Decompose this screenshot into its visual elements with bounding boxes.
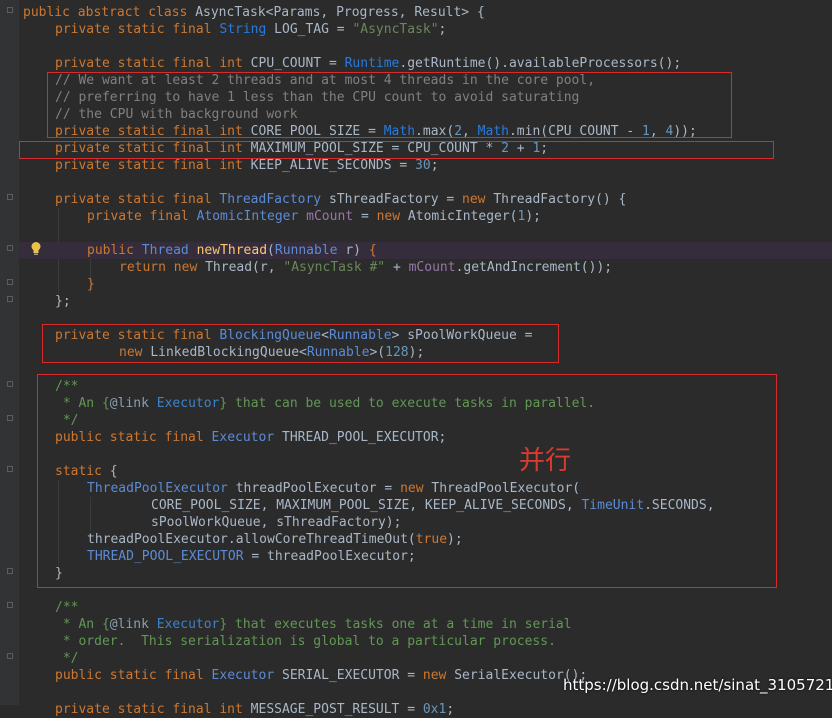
fold-marker-icon[interactable]	[7, 279, 13, 285]
code-token: 0x1	[422, 702, 447, 717]
code-token: ;	[446, 702, 455, 717]
editor-gutter	[0, 0, 19, 705]
fold-marker-icon[interactable]	[7, 194, 13, 200]
highlight-box-work-queue	[42, 324, 559, 363]
code-token: (	[267, 243, 275, 258]
code-token: Runnable	[274, 243, 346, 258]
parallel-annotation: 并行	[519, 446, 572, 476]
highlight-box-core-pool	[47, 72, 732, 138]
code-token: sThreadFactory =	[328, 192, 463, 207]
code-token: SERIAL_EXECUTOR =	[282, 668, 423, 683]
fold-marker-icon[interactable]	[7, 381, 13, 387]
lightbulb-icon[interactable]	[30, 241, 42, 256]
code-token: CPU_COUNT =	[250, 56, 345, 71]
code-token: String	[219, 22, 275, 37]
code-line[interactable]: return new Thread(r, "AsyncTask #" + mCo…	[23, 259, 832, 276]
fold-marker-icon[interactable]	[7, 7, 13, 13]
code-token: mCount	[408, 260, 456, 275]
code-token: Thread(r,	[205, 260, 284, 275]
code-token: return new	[119, 260, 206, 275]
code-line[interactable]: public Thread newThread(Runnable r) {	[19, 242, 832, 259]
code-token: "AsyncTask"	[352, 22, 439, 37]
code-line[interactable]: private static final int KEEP_ALIVE_SECO…	[23, 157, 832, 174]
code-line[interactable]: private static final ThreadFactory sThre…	[23, 191, 832, 208]
code-token: Executor	[211, 668, 282, 683]
fold-marker-icon[interactable]	[7, 653, 13, 659]
code-token: );	[525, 209, 541, 224]
code-token: LOG_TAG =	[274, 22, 353, 37]
code-token: } that executes tasks one at a time in s…	[219, 617, 572, 632]
code-token: @link	[109, 617, 157, 632]
code-token: 30	[415, 158, 431, 173]
code-token: }	[87, 277, 95, 292]
code-token: ThreadFactory	[219, 192, 329, 207]
code-token: };	[55, 294, 71, 309]
code-token: mCount	[306, 209, 361, 224]
code-token: private static final	[55, 22, 220, 37]
fold-marker-icon[interactable]	[7, 245, 13, 251]
code-token: +	[392, 260, 409, 275]
highlight-box-executor	[37, 374, 777, 588]
code-token: new	[376, 209, 408, 224]
code-token: {	[368, 243, 377, 258]
code-token: public abstract class	[23, 5, 196, 20]
code-line[interactable]: };	[23, 293, 832, 310]
highlight-box-max-pool	[19, 141, 774, 159]
code-token: .getRuntime().availableProcessors();	[399, 56, 682, 71]
code-token: private static final int	[55, 702, 251, 717]
code-token: private static final	[55, 192, 220, 207]
code-token: AsyncTask<Params, Progress, Result> {	[195, 5, 485, 20]
fold-marker-icon[interactable]	[7, 568, 13, 574]
code-line[interactable]: }	[23, 276, 832, 293]
code-token: public	[87, 243, 142, 258]
code-token: Executor	[156, 617, 220, 632]
code-token: =	[360, 209, 377, 224]
code-token: private final	[87, 209, 197, 224]
code-token: new	[422, 668, 455, 683]
code-token: * order. This serialization is global to…	[55, 634, 556, 649]
fold-marker-icon[interactable]	[7, 296, 13, 302]
code-line[interactable]: private static final int CPU_COUNT = Run…	[23, 55, 832, 72]
watermark: https://blog.csdn.net/sinat_31057219	[563, 676, 832, 694]
code-token: ;	[438, 22, 447, 37]
fold-marker-icon[interactable]	[7, 602, 13, 608]
code-token: "AsyncTask #"	[283, 260, 393, 275]
code-token: * An {	[55, 617, 110, 632]
code-token: */	[55, 651, 79, 666]
code-line[interactable]: */	[23, 650, 832, 667]
code-token: newThread	[196, 243, 268, 258]
code-token: r)	[345, 243, 369, 258]
code-token: ThreadFactory() {	[493, 192, 627, 207]
fold-marker-icon[interactable]	[7, 415, 13, 421]
code-token: private static final int	[55, 56, 251, 71]
code-line[interactable]: * An {@link Executor} that executes task…	[23, 616, 832, 633]
code-line[interactable]: /**	[23, 599, 832, 616]
code-token: new	[462, 192, 494, 207]
code-token: AtomicInteger	[196, 209, 307, 224]
code-token: AtomicInteger(	[407, 209, 518, 224]
code-line[interactable]: * order. This serialization is global to…	[23, 633, 832, 650]
code-token: MESSAGE_POST_RESULT =	[250, 702, 423, 717]
code-token: ;	[430, 158, 439, 173]
code-line[interactable]: private final AtomicInteger mCount = new…	[23, 208, 832, 225]
code-token: Thread	[141, 243, 197, 258]
code-token: public static final	[55, 668, 212, 683]
code-line[interactable]: private static final String LOG_TAG = "A…	[23, 21, 832, 38]
code-line[interactable]: private static final int MESSAGE_POST_RE…	[23, 701, 832, 718]
code-line[interactable]: public abstract class AsyncTask<Params, …	[23, 4, 832, 21]
code-token: /**	[55, 600, 79, 615]
code-token: KEEP_ALIVE_SECONDS =	[250, 158, 416, 173]
code-token: Runtime	[344, 56, 400, 71]
fold-marker-icon[interactable]	[7, 466, 13, 472]
code-token: .getAndIncrement());	[455, 260, 613, 275]
code-token: private static final int	[55, 158, 251, 173]
